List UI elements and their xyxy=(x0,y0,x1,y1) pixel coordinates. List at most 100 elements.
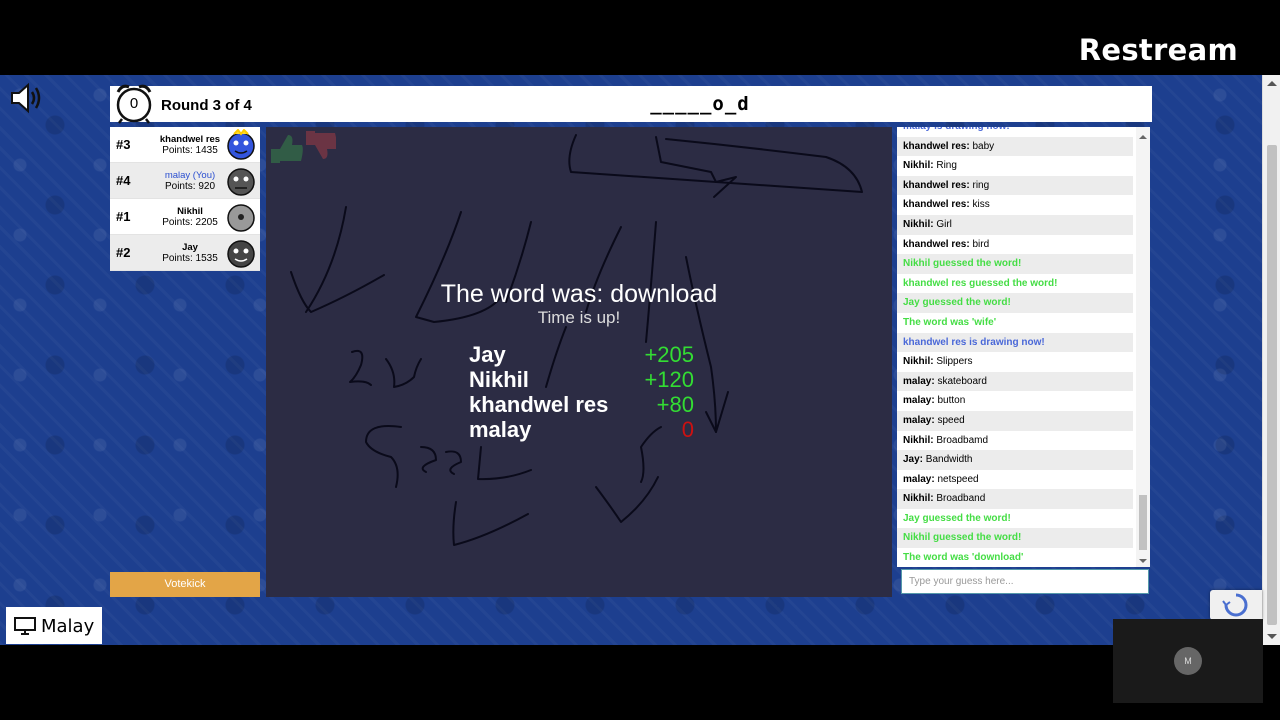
round-scores: Jay +205 Nikhil +120 khandwel res +80 ma… xyxy=(469,342,694,442)
votekick-button[interactable]: Votekick xyxy=(110,572,260,597)
chat-text: ring xyxy=(972,179,990,191)
chat-message: Nikhil guessed the word! xyxy=(897,528,1133,549)
score-row: malay 0 xyxy=(469,417,694,442)
page-scroll-thumb[interactable] xyxy=(1267,145,1277,625)
chat-panel: malay is drawing now!khandwel res: babyN… xyxy=(897,127,1150,567)
like-dislike-icons[interactable] xyxy=(266,127,336,167)
chat-message: The word was 'download' xyxy=(903,552,1024,564)
player-card[interactable]: #1 Nikhil Points: 2205 xyxy=(110,199,260,235)
chat-message: malay: speed xyxy=(897,410,1133,431)
chat-sender: Jay: xyxy=(903,454,924,466)
chat-message: Nikhil: Broadband xyxy=(897,489,1133,509)
chat-sender: malay: xyxy=(903,395,935,407)
chat-message: malay is drawing now! xyxy=(897,127,1133,137)
player-avatar-icon xyxy=(227,168,255,196)
chat-sender: malay: xyxy=(903,375,935,387)
streamer-name: Malay xyxy=(41,616,95,637)
chat-sender: khandwel res: xyxy=(903,238,970,250)
chat-message: Nikhil: Slippers xyxy=(897,352,1133,372)
chat-text: Broadbamd xyxy=(936,434,989,446)
chat-messages: malay is drawing now!khandwel res: babyN… xyxy=(897,127,1133,567)
player-list: #3 khandwel res Points: 1435 #4 malay (Y… xyxy=(110,127,260,271)
streamer-label: Malay xyxy=(6,607,102,644)
chat-sender: khandwel res: xyxy=(903,140,970,152)
chat-text: baby xyxy=(972,140,995,152)
chat-text: bird xyxy=(972,238,990,250)
score-row: Jay +205 xyxy=(469,342,694,367)
chat-scroll-up-icon[interactable] xyxy=(1139,135,1147,139)
player-avatar-icon xyxy=(227,204,255,232)
chat-message: Nikhil: Girl xyxy=(897,214,1133,235)
sound-icon[interactable] xyxy=(8,82,44,114)
score-player-name: Nikhil xyxy=(469,367,529,392)
participant-avatar: M xyxy=(1174,647,1202,675)
chat-message: khandwel res guessed the word! xyxy=(903,277,1058,289)
chat-message: Jay: Bandwidth xyxy=(897,450,1133,470)
chat-text: Bandwidth xyxy=(925,454,973,466)
scroll-down-icon[interactable] xyxy=(1267,634,1277,639)
chat-scroll-down-icon[interactable] xyxy=(1139,559,1147,563)
chat-message: khandwel res: bird xyxy=(897,235,1133,255)
stream-top-bar: Restream xyxy=(0,0,1280,75)
chat-sender: malay: xyxy=(903,473,935,485)
chat-message: malay: netspeed xyxy=(897,470,1133,490)
drawing-canvas[interactable]: The word was: download Time is up! Jay +… xyxy=(266,127,892,597)
player-avatar-icon xyxy=(227,129,255,160)
monitor-icon xyxy=(14,617,36,635)
chat-text: button xyxy=(937,395,966,407)
chat-sender: Nikhil: xyxy=(903,434,934,446)
chat-message: khandwel res: kiss xyxy=(897,195,1133,215)
page-scrollbar[interactable] xyxy=(1262,75,1280,645)
scroll-up-icon[interactable] xyxy=(1267,81,1277,86)
chat-text: skateboard xyxy=(937,375,987,387)
chat-text: speed xyxy=(937,414,965,426)
word-hint: _____o_d xyxy=(650,93,750,115)
score-value: 0 xyxy=(681,417,694,442)
chat-sender: Nikhil: xyxy=(903,218,934,230)
chat-sender: Nikhil: xyxy=(903,356,934,368)
chat-message: Jay guessed the word! xyxy=(897,293,1133,313)
player-avatar-icon xyxy=(227,240,255,268)
chat-scroll-thumb[interactable] xyxy=(1139,495,1147,550)
score-player-name: Jay xyxy=(469,342,506,367)
score-row: khandwel res +80 xyxy=(469,392,694,417)
chat-text: Broadband xyxy=(936,493,986,505)
chat-message: malay: button xyxy=(897,391,1133,411)
guess-input[interactable] xyxy=(901,569,1149,594)
chat-scrollbar[interactable] xyxy=(1136,127,1150,567)
chat-text: netspeed xyxy=(937,473,979,485)
round-timer: 0 xyxy=(129,95,139,112)
time-up-message: Time is up! xyxy=(537,308,621,327)
score-value: +205 xyxy=(644,342,694,367)
chat-text: kiss xyxy=(972,199,990,211)
chat-message: khandwel res is drawing now! xyxy=(897,332,1133,353)
chat-text: Ring xyxy=(936,160,957,172)
chat-message: khandwel res: ring xyxy=(897,175,1133,196)
recaptcha-badge-icon xyxy=(1210,590,1262,620)
chat-sender: khandwel res: xyxy=(903,199,970,211)
chat-message: Nikhil guessed the word! xyxy=(897,254,1133,274)
chat-message: Nikhil: Ring xyxy=(897,156,1133,176)
round-indicator: Round 3 of 4 xyxy=(161,97,252,114)
chat-text: Girl xyxy=(936,218,952,230)
player-card[interactable]: #4 malay (You) Points: 920 xyxy=(110,163,260,199)
score-value: +120 xyxy=(644,367,694,392)
chat-text: Slippers xyxy=(936,356,973,368)
score-value: +80 xyxy=(656,392,694,417)
participant-video-tile: M xyxy=(1113,619,1263,703)
player-rank: #2 xyxy=(116,245,131,260)
player-card[interactable]: #2 Jay Points: 1535 xyxy=(110,235,260,271)
score-player-name: malay xyxy=(469,417,532,442)
word-reveal: The word was: download xyxy=(440,280,718,308)
chat-sender: khandwel res: xyxy=(903,179,970,191)
player-card[interactable]: #3 khandwel res Points: 1435 xyxy=(110,127,260,163)
player-rank: #1 xyxy=(116,209,131,224)
chat-message: khandwel res: baby xyxy=(897,136,1133,157)
stream-bottom-bar xyxy=(0,645,1280,720)
chat-message: Jay guessed the word! xyxy=(903,512,1011,524)
score-player-name: khandwel res xyxy=(469,392,609,417)
score-row: Nikhil +120 xyxy=(469,367,694,392)
chat-message: Nikhil: Broadbamd xyxy=(897,431,1133,451)
chat-message: The word was 'wife' xyxy=(903,316,997,328)
chat-sender: Nikhil: xyxy=(903,160,934,172)
